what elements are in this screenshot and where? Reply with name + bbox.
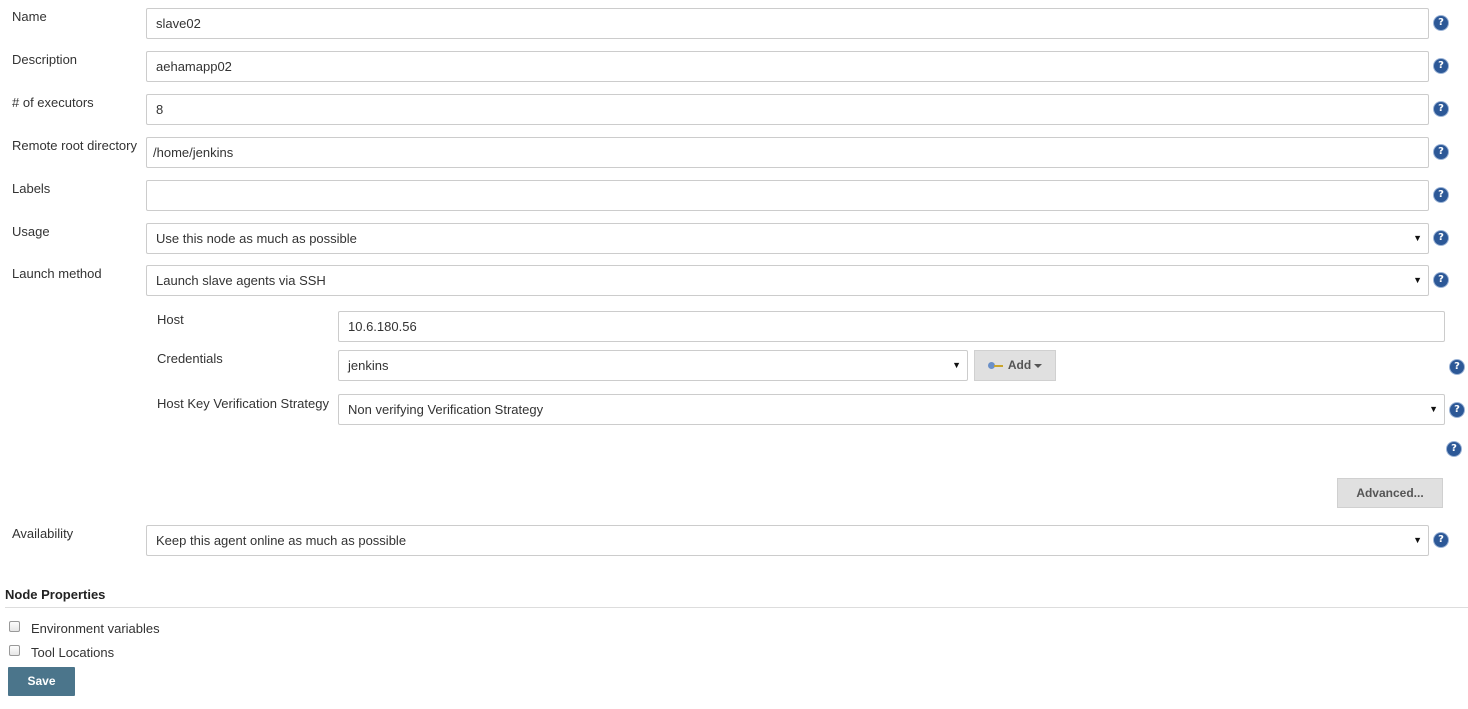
availability-label: Availability	[12, 526, 74, 541]
help-icon[interactable]: ?	[1434, 231, 1448, 245]
host-label: Host	[157, 312, 184, 327]
section-divider	[5, 607, 1468, 608]
environment-variables-label: Environment variables	[31, 621, 160, 636]
credentials-selected: jenkins	[348, 358, 389, 373]
dropdown-arrow-icon: ▼	[1413, 233, 1422, 243]
usage-selected: Use this node as much as possible	[156, 231, 357, 246]
add-credentials-button[interactable]: Add	[974, 350, 1056, 381]
launch-method-selected: Launch slave agents via SSH	[156, 273, 326, 288]
dropdown-arrow-icon: ▼	[1429, 404, 1438, 414]
host-key-strategy-label: Host Key Verification Strategy	[157, 396, 329, 411]
availability-selected: Keep this agent online as much as possib…	[156, 533, 407, 548]
help-icon[interactable]: ?	[1434, 16, 1448, 30]
description-input[interactable]: aehamapp02	[146, 51, 1429, 82]
help-icon[interactable]: ?	[1450, 360, 1464, 374]
credentials-label: Credentials	[157, 351, 223, 366]
environment-variables-checkbox[interactable]	[9, 621, 20, 632]
host-input[interactable]: 10.6.180.56	[338, 311, 1445, 342]
help-icon[interactable]: ?	[1434, 188, 1448, 202]
labels-label: Labels	[12, 181, 51, 196]
executors-label: # of executors	[12, 95, 94, 110]
advanced-button[interactable]: Advanced...	[1337, 478, 1443, 508]
launch-method-select[interactable]: Launch slave agents via SSH ▼	[146, 265, 1429, 296]
remote-root-input[interactable]: /home/jenkins	[146, 137, 1429, 168]
help-icon[interactable]: ?	[1434, 273, 1448, 287]
executors-input[interactable]: 8	[146, 94, 1429, 125]
labels-input[interactable]	[146, 180, 1429, 211]
usage-label: Usage	[12, 224, 50, 239]
availability-select[interactable]: Keep this agent online as much as possib…	[146, 525, 1429, 556]
tool-locations-label: Tool Locations	[31, 645, 115, 660]
remote-root-label: Remote root directory	[12, 138, 137, 153]
key-icon	[987, 361, 1004, 370]
caret-down-icon	[1034, 363, 1043, 368]
credentials-select[interactable]: jenkins ▼	[338, 350, 968, 381]
host-key-strategy-select[interactable]: Non verifying Verification Strategy ▼	[338, 394, 1445, 425]
save-button[interactable]: Save	[8, 667, 75, 696]
usage-select[interactable]: Use this node as much as possible ▼	[146, 223, 1429, 254]
help-icon[interactable]: ?	[1434, 145, 1448, 159]
help-icon[interactable]: ?	[1447, 442, 1461, 456]
help-icon[interactable]: ?	[1434, 533, 1448, 547]
launch-method-label: Launch method	[12, 266, 102, 281]
help-icon[interactable]: ?	[1434, 59, 1448, 73]
name-label: Name	[12, 9, 47, 24]
dropdown-arrow-icon: ▼	[1413, 275, 1422, 285]
help-icon[interactable]: ?	[1434, 102, 1448, 116]
add-button-label: Add	[1007, 358, 1032, 372]
description-label: Description	[12, 52, 78, 67]
help-icon[interactable]: ?	[1450, 403, 1464, 417]
dropdown-arrow-icon: ▼	[952, 360, 961, 370]
tool-locations-checkbox[interactable]	[9, 645, 20, 656]
node-properties-title: Node Properties	[5, 587, 106, 602]
name-input[interactable]: slave02	[146, 8, 1429, 39]
dropdown-arrow-icon: ▼	[1413, 535, 1422, 545]
host-key-strategy-selected: Non verifying Verification Strategy	[348, 402, 544, 417]
